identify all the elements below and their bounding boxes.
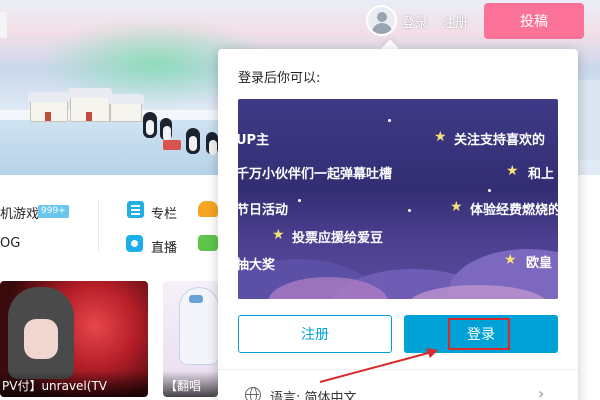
- penguin-illustration: [206, 132, 218, 155]
- penguin-illustration: [143, 112, 157, 138]
- category-live[interactable]: 直播: [151, 237, 177, 256]
- login-popup: 登录后你可以: UP主 ★ 关注支持喜欢的 千万小伙伴们一起弹幕吐槽 ★ 和上 …: [218, 49, 578, 400]
- house-illustration: [108, 94, 144, 122]
- banner-edge: [575, 80, 600, 160]
- chevron-right-icon[interactable]: ›: [538, 384, 544, 400]
- promo-text: 和上: [528, 167, 555, 182]
- divider: [98, 201, 99, 251]
- avatar[interactable]: [366, 5, 397, 36]
- video-card[interactable]: PV付】unravel(TV: [0, 281, 148, 397]
- highlight-box: [448, 318, 510, 350]
- star-icon: ★: [504, 252, 517, 268]
- promo-text: 千万小伙伴们一起弹幕吐槽: [238, 167, 393, 182]
- house-illustration: [68, 88, 112, 122]
- promo-text: 节日活动: [238, 203, 289, 218]
- video-card[interactable]: 【翻唱: [163, 281, 218, 397]
- page: 登录 注册 投稿 机游戏 999+ OG 专栏 直播 PV付】unravel(T…: [0, 0, 600, 400]
- register-button[interactable]: 注册: [238, 315, 392, 353]
- promo-text: 抽大奖: [238, 258, 276, 273]
- house-illustration: [28, 92, 70, 122]
- promo-text: 欧皇: [526, 256, 553, 271]
- promo-banner: UP主 ★ 关注支持喜欢的 千万小伙伴们一起弹幕吐槽 ★ 和上 节日活动 ★ 体…: [238, 99, 558, 299]
- promo-text: 关注支持喜欢的: [454, 133, 546, 148]
- column-icon: [127, 201, 144, 218]
- language-selector[interactable]: 语言: 简体中文: [270, 387, 357, 400]
- star-icon: ★: [506, 163, 519, 179]
- star-icon: ★: [450, 199, 463, 215]
- promo-text: 体验经费燃烧的: [470, 203, 558, 218]
- promo-text: UP主: [238, 133, 270, 148]
- category-games[interactable]: 机游戏: [0, 203, 39, 222]
- category-column[interactable]: 专栏: [151, 203, 177, 222]
- star-icon: ★: [434, 129, 447, 145]
- upload-button[interactable]: 投稿: [484, 3, 584, 39]
- live-icon: [126, 235, 143, 252]
- divider: [218, 369, 578, 370]
- star-icon: ★: [272, 227, 285, 243]
- penguin-illustration: [160, 118, 172, 141]
- sled-illustration: [163, 140, 181, 150]
- count-badge: 999+: [38, 205, 69, 218]
- nav-login-link[interactable]: 登录: [402, 12, 428, 31]
- globe-icon: [245, 387, 261, 400]
- category-vlog[interactable]: OG: [0, 236, 20, 251]
- logo-stub[interactable]: [0, 12, 7, 38]
- chat-icon[interactable]: [198, 235, 218, 251]
- penguin-illustration: [186, 128, 200, 154]
- popup-heading: 登录后你可以:: [238, 71, 321, 86]
- video-title: 【翻唱: [163, 371, 218, 397]
- user-icon: [377, 12, 387, 22]
- nav-register-link[interactable]: 注册: [442, 12, 468, 31]
- video-title: PV付】unravel(TV: [0, 371, 148, 397]
- promo-text: 投票应援给爱豆: [292, 231, 384, 246]
- activity-icon[interactable]: [198, 201, 218, 217]
